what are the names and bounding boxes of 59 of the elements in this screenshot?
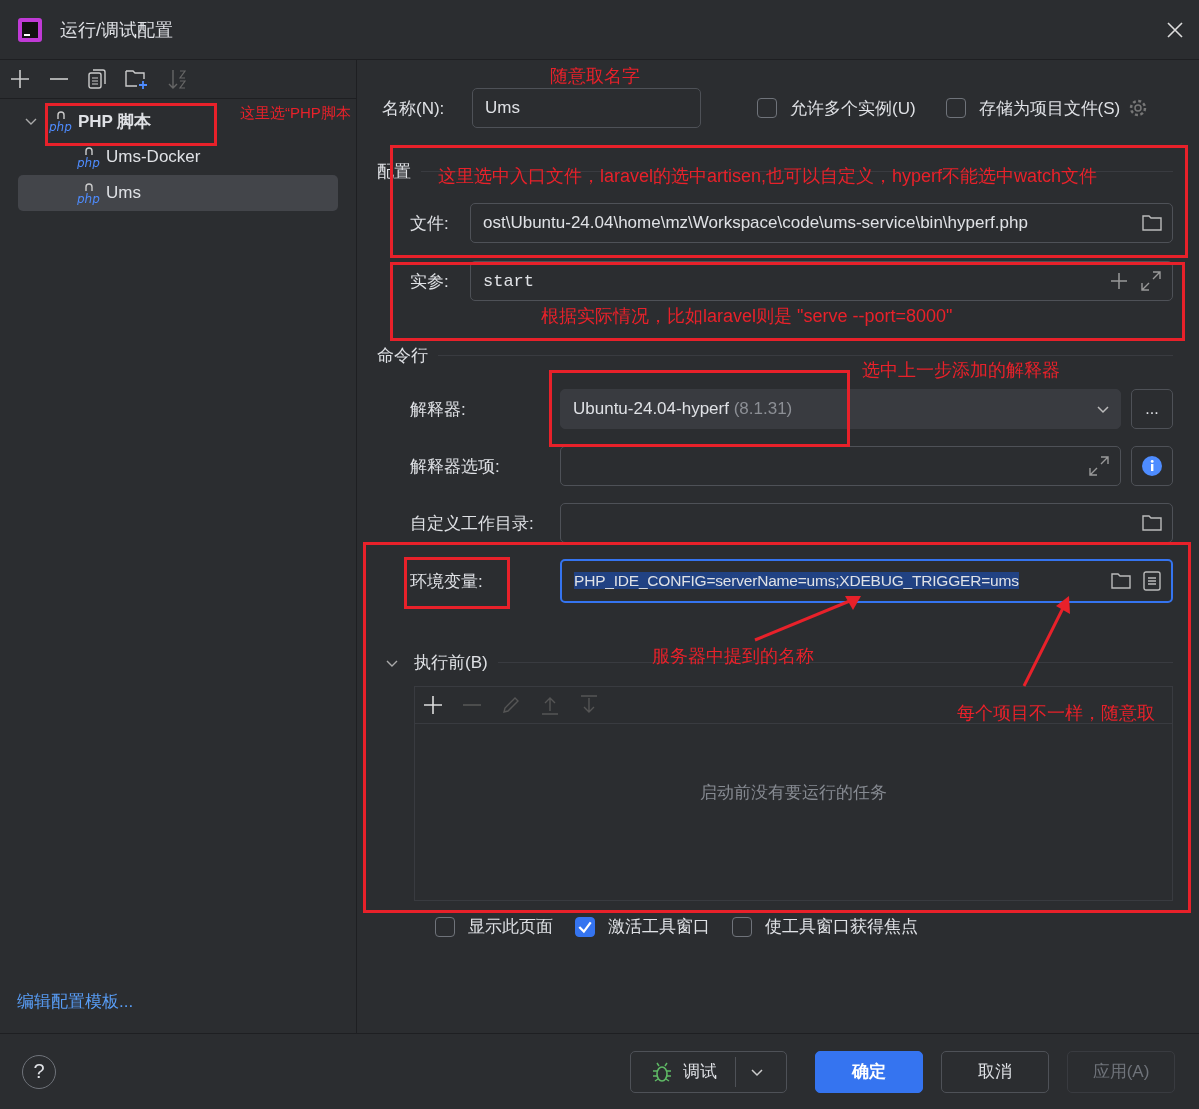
annotation-text: 这里选“PHP脚本 [240,104,351,123]
add-icon[interactable] [1110,272,1128,290]
folder-icon[interactable] [1111,572,1131,590]
section-title: 命令行 [377,345,428,367]
folder-icon[interactable] [1142,214,1162,232]
expand-icon[interactable] [1088,455,1110,477]
annotation-text: 选中上一步添加的解释器 [862,359,1060,382]
tree-item[interactable]: php PHP 脚本 [18,103,160,139]
checkbox[interactable] [732,916,752,937]
debug-split-button[interactable]: 调试 [630,1050,787,1093]
annotation-text: 服务器中提到的名称 [652,645,814,668]
checkbox[interactable] [435,916,455,937]
tree-item[interactable]: php Ums-Docker [18,139,209,175]
annotation-text: 根据实际情况，比如laravel则是 "serve --port=8000" [541,305,953,328]
checkbox-label: 使工具窗口获得焦点 [765,916,918,938]
checkbox-label: 允许多个实例(U) [790,97,916,120]
arguments-field[interactable]: start [470,261,1173,301]
edit-templates-link[interactable]: 编辑配置模板... [0,990,356,1033]
list-icon[interactable] [1143,571,1161,591]
section-title: 执行前(B) [414,652,488,674]
field-label: 实参: [409,270,450,293]
interpreter-dropdown[interactable]: Ubuntu-24.04-hyperf (8.1.31) [560,389,1121,429]
annotation-text: 每个项目不一样，随意取 [957,702,1155,725]
new-folder-icon[interactable] [125,68,149,90]
annotation-text: 随意取名字 [550,65,640,88]
browse-button[interactable]: ... [1131,389,1173,429]
empty-message: 启动前没有要运行的任务 [700,781,887,804]
field-label: 自定义工作目录: [409,512,535,535]
interpreter-options-field[interactable] [560,446,1121,486]
field-label: 解释器: [409,398,467,421]
checkbox-label: 激活工具窗口 [608,916,710,938]
checkbox-label: 存储为项目文件(S) [978,97,1121,120]
copy-icon[interactable] [88,69,106,89]
dialog-button[interactable]: 取消 [941,1050,1049,1093]
field-label: 环境变量: [409,570,484,593]
window-title: 运行/调试配置 [60,18,174,42]
name-field[interactable]: Ums [472,88,701,128]
field-label: 名称(N): [382,97,446,120]
field-label: 文件: [409,212,450,235]
checkbox[interactable] [945,98,966,118]
add-icon[interactable] [10,69,30,89]
environment-variables-field[interactable]: PHP_IDE_CONFIG=serverName=ums;XDEBUG_TRIGGER=ums [560,559,1173,603]
annotation-text: 这里选中入口文件，laravel的选中artisen,也可以自定义，hyperf不能选中watch文件 [438,165,1098,188]
tree-item[interactable]: php Ums [18,175,338,211]
info-icon [1142,456,1162,476]
sort-icon[interactable] [168,68,188,90]
app-logo-icon [18,17,42,42]
gear-icon[interactable] [1128,98,1149,118]
file-field[interactable]: ost\Ubuntu-24.04\home\mz\Workspace\code\ums-service\bin\hyperf.php [470,203,1173,243]
expand-icon[interactable] [1140,270,1162,292]
dialog-button[interactable]: 确定 [815,1050,923,1093]
checkbox[interactable] [757,98,777,118]
folder-icon[interactable] [1142,514,1162,532]
field-label: 解释器选项: [409,455,501,478]
close-icon[interactable] [1167,21,1183,38]
checkbox[interactable] [575,916,595,937]
info-button[interactable] [1131,446,1173,486]
bug-icon [651,1060,673,1083]
checkbox-label: 显示此页面 [468,916,553,938]
